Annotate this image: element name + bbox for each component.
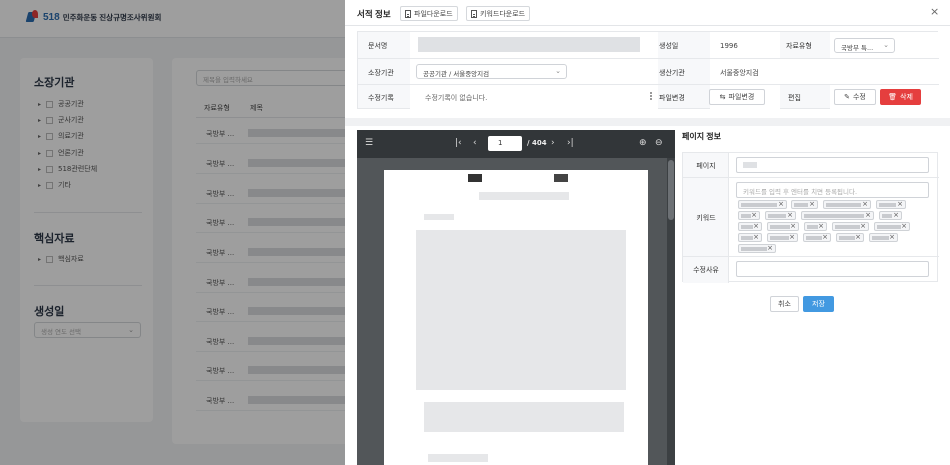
remove-icon: ×: [809, 200, 815, 208]
zoom-in-icon[interactable]: ⊕: [639, 138, 647, 148]
remove-icon: ×: [751, 211, 757, 219]
file-change-label: 파일변경: [659, 94, 685, 102]
remove-icon: ×: [818, 222, 824, 230]
edit-button[interactable]: ✎ 수정: [834, 89, 876, 105]
keyword-chip[interactable]: ×: [738, 244, 776, 253]
page-info-form: 페이지 키워드 키워드를 입력 후 엔터를 치면 등록됩니다. × × × × …: [682, 152, 939, 283]
holding-org-label: 소장기관: [368, 69, 394, 77]
producing-org-label: 생산기관: [659, 69, 685, 77]
keyword-chip[interactable]: ×: [738, 211, 760, 220]
total-pages: / 404: [527, 139, 547, 147]
file-icon: [405, 9, 411, 18]
keyword-chip[interactable]: ×: [738, 200, 787, 209]
remove-icon: ×: [787, 211, 793, 219]
keyword-chip[interactable]: ×: [869, 233, 898, 242]
remove-icon: ×: [753, 233, 759, 241]
chevron-down-icon: ⌄: [555, 67, 561, 75]
keyword-chip[interactable]: ×: [823, 200, 871, 209]
drawer-title: 서적 정보: [357, 9, 391, 19]
edit-history-value: 수정기록이 없습니다.: [425, 94, 488, 102]
remove-icon: ×: [767, 244, 773, 252]
keyword-chip[interactable]: ×: [876, 200, 906, 209]
created-date-label: 생성일: [659, 42, 679, 50]
pdf-toolbar: ☰ |‹ ‹ 1 / 404 › ›| ⊕ ⊖: [357, 130, 675, 158]
page-info-title: 페이지 정보: [682, 132, 722, 141]
keyword-chip[interactable]: ×: [767, 222, 799, 231]
keyword-chip[interactable]: ×: [738, 233, 762, 242]
remove-icon: ×: [897, 200, 903, 208]
material-type-label: 자료유형: [786, 42, 812, 50]
keyword-chip[interactable]: ×: [836, 233, 864, 242]
remove-icon: ×: [901, 222, 907, 230]
page-number-input[interactable]: 1: [488, 136, 522, 151]
doc-name-label: 문서명: [368, 42, 388, 50]
swap-icon: ⇆: [719, 93, 726, 101]
save-button[interactable]: 저장: [803, 296, 834, 312]
created-date-value: 1996: [720, 42, 738, 50]
holding-org-select[interactable]: 공공기관 / 서울중앙지검 ⌄: [416, 64, 567, 79]
drag-handle-icon[interactable]: [650, 92, 652, 100]
close-icon[interactable]: ×: [930, 5, 939, 18]
remove-icon: ×: [789, 233, 795, 241]
keyword-chip[interactable]: ×: [738, 222, 762, 231]
page-input[interactable]: [736, 157, 929, 173]
next-page-icon[interactable]: ›: [551, 138, 555, 148]
book-info-drawer: 서적 정보 파일다운로드 키워드다운로드 × 문서명 생성일 1996 자료유형…: [345, 0, 950, 465]
remove-icon: ×: [778, 200, 784, 208]
pencil-icon: ✎: [844, 93, 850, 101]
cancel-button[interactable]: 취소: [770, 296, 799, 312]
edit-history-label: 수정기록: [368, 94, 394, 102]
keyword-chip[interactable]: ×: [874, 222, 910, 231]
keyword-chip[interactable]: ×: [804, 222, 827, 231]
remove-icon: ×: [865, 211, 871, 219]
keyword-input[interactable]: 키워드를 입력 후 엔터를 치면 등록됩니다.: [736, 182, 929, 198]
file-download-button[interactable]: 파일다운로드: [400, 6, 458, 21]
remove-icon: ×: [855, 233, 861, 241]
chevron-down-icon: ⌄: [883, 41, 889, 49]
pdf-page: [384, 170, 648, 465]
keyword-download-button[interactable]: 키워드다운로드: [466, 6, 531, 21]
keyword-chip[interactable]: ×: [791, 200, 818, 209]
keyword-label: 키워드: [696, 214, 716, 222]
keyword-chip[interactable]: ×: [801, 211, 874, 220]
doc-name-value: [418, 37, 640, 52]
remove-icon: ×: [862, 200, 868, 208]
remove-icon: ×: [790, 222, 796, 230]
remove-icon: ×: [822, 233, 828, 241]
menu-icon[interactable]: ☰: [365, 138, 373, 148]
pdf-viewer: ☰ |‹ ‹ 1 / 404 › ›| ⊕ ⊖: [357, 130, 675, 465]
drawer-header: 서적 정보 파일다운로드 키워드다운로드 ×: [345, 0, 950, 26]
edit-reason-input[interactable]: [736, 261, 929, 277]
keyword-chip[interactable]: ×: [765, 211, 796, 220]
keyword-chip[interactable]: ×: [879, 211, 902, 220]
prev-page-icon[interactable]: ‹: [473, 138, 477, 148]
last-page-icon[interactable]: ›|: [567, 138, 574, 148]
remove-icon: ×: [893, 211, 899, 219]
file-change-button[interactable]: ⇆ 파일변경: [709, 89, 765, 105]
edit-reason-label: 수정사유: [693, 266, 719, 274]
file-icon: [471, 9, 477, 18]
page-label: 페이지: [696, 162, 716, 170]
producing-org-value: 서울중앙지검: [720, 69, 759, 77]
delete-button[interactable]: 🗑 삭제: [880, 89, 921, 105]
keyword-chip[interactable]: ×: [803, 233, 831, 242]
material-type-select[interactable]: 국방부 특... ⌄: [834, 38, 895, 53]
viewer-scroll-thumb[interactable]: [668, 160, 674, 220]
remove-icon: ×: [860, 222, 866, 230]
remove-icon: ×: [889, 233, 895, 241]
book-info-table: 문서명 생성일 1996 자료유형 국방부 특... ⌄ 소장기관 공공기관 / …: [357, 31, 939, 109]
trash-icon: 🗑: [888, 93, 897, 101]
remove-icon: ×: [753, 222, 759, 230]
edit-label: 편집: [788, 94, 801, 102]
keyword-chip[interactable]: ×: [767, 233, 798, 242]
first-page-icon[interactable]: |‹: [455, 138, 462, 148]
zoom-out-icon[interactable]: ⊖: [655, 138, 663, 148]
keyword-chip[interactable]: ×: [832, 222, 869, 231]
